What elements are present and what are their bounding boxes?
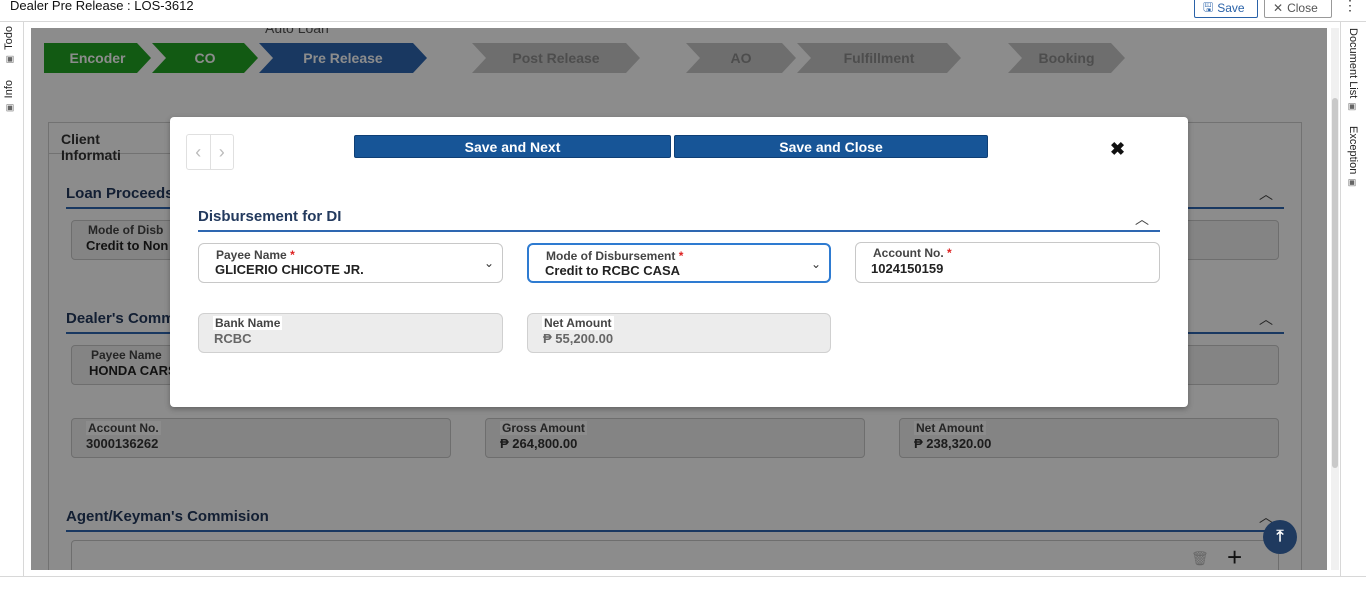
- exception-icon: ▣: [1348, 178, 1358, 189]
- required-marker: *: [947, 246, 952, 260]
- chevron-up-icon[interactable]: ︿: [1135, 209, 1149, 229]
- payee-name-select[interactable]: Payee Name * GLICERIO CHICOTE JR. ⌄: [198, 243, 503, 283]
- section-divider: [198, 230, 1160, 232]
- mode-of-disbursement-value: Credit to RCBC CASA: [545, 263, 681, 278]
- tab-document-list[interactable]: Document List ▣: [1347, 28, 1359, 112]
- close-icon[interactable]: ✖: [1110, 139, 1125, 160]
- label-text: Account No.: [873, 246, 944, 260]
- todo-icon: ▣: [4, 53, 14, 64]
- close-button-label: Close: [1287, 1, 1318, 15]
- right-side-tabs: Document List ▣ Exception ▣: [1340, 22, 1366, 576]
- window-title: Dealer Pre Release : LOS-3612: [10, 0, 194, 13]
- info-icon: ▣: [4, 102, 14, 113]
- status-bar: [0, 576, 1366, 589]
- net-amount-label: Net Amount: [542, 316, 614, 330]
- record-navigation: ‹ ›: [186, 134, 234, 170]
- required-marker: *: [290, 248, 295, 262]
- close-button[interactable]: ✕ Close: [1264, 0, 1332, 18]
- save-and-close-button[interactable]: Save and Close: [674, 135, 988, 158]
- arrow-up-to-line-icon: ⤒: [1276, 528, 1284, 545]
- previous-arrow-icon[interactable]: ‹: [187, 135, 211, 169]
- next-arrow-icon[interactable]: ›: [211, 135, 234, 169]
- tab-todo-label: Todo: [3, 26, 15, 50]
- scrollbar-thumb[interactable]: [1332, 98, 1338, 468]
- account-number-value: 1024150159: [871, 261, 944, 276]
- net-amount-value: ₱ 55,200.00: [543, 331, 614, 346]
- tab-info[interactable]: ▣ Info: [3, 80, 15, 112]
- bank-name-field: Bank Name RCBC: [198, 313, 503, 353]
- net-amount-field: Net Amount ₱ 55,200.00: [527, 313, 831, 353]
- document-list-icon: ▣: [1348, 102, 1358, 113]
- required-marker: *: [678, 249, 684, 263]
- tab-todo[interactable]: ▣ Todo: [3, 26, 15, 64]
- bank-name-value: RCBC: [214, 331, 252, 346]
- label-text: Mode of Disbursement: [546, 249, 676, 263]
- mode-of-disbursement-select[interactable]: Mode of Disbursement * Credit to RCBC CA…: [527, 243, 831, 283]
- tab-info-label: Info: [3, 80, 15, 99]
- chevron-down-icon: ⌄: [810, 257, 821, 271]
- save-button[interactable]: 🖫 Save: [1194, 0, 1258, 18]
- account-number-field[interactable]: Account No. * 1024150159: [855, 242, 1160, 283]
- scroll-to-top-button[interactable]: ⤒: [1263, 520, 1297, 554]
- bank-name-label: Bank Name: [213, 316, 283, 330]
- disbursement-section-title: Disbursement for DI: [198, 208, 342, 225]
- account-number-label: Account No. *: [871, 246, 954, 260]
- save-icon: 🖫: [1203, 0, 1214, 14]
- mode-of-disbursement-label: Mode of Disbursement *: [544, 249, 686, 263]
- disbursement-modal: ‹ › Save and Next Save and Close ✖ Disbu…: [170, 117, 1188, 407]
- save-and-next-button[interactable]: Save and Next: [354, 135, 671, 158]
- tab-exception-label: Exception: [1347, 126, 1359, 175]
- more-options-icon[interactable]: ⋮: [1343, 0, 1357, 14]
- chevron-down-icon: ⌄: [483, 256, 494, 270]
- close-icon: ✕: [1273, 1, 1284, 15]
- save-button-label: Save: [1217, 1, 1245, 15]
- payee-name-label: Payee Name *: [214, 248, 297, 262]
- main-scrollbar[interactable]: [1331, 28, 1339, 570]
- tab-exception[interactable]: Exception ▣: [1347, 126, 1359, 188]
- tab-document-list-label: Document List: [1347, 28, 1359, 99]
- label-text: Payee Name: [216, 248, 287, 262]
- left-side-tabs: ▣ Todo ▣ Info: [0, 22, 24, 576]
- window-title-bar: Dealer Pre Release : LOS-3612 🖫 Save ✕ C…: [0, 0, 1366, 22]
- payee-name-value: GLICERIO CHICOTE JR.: [215, 262, 364, 277]
